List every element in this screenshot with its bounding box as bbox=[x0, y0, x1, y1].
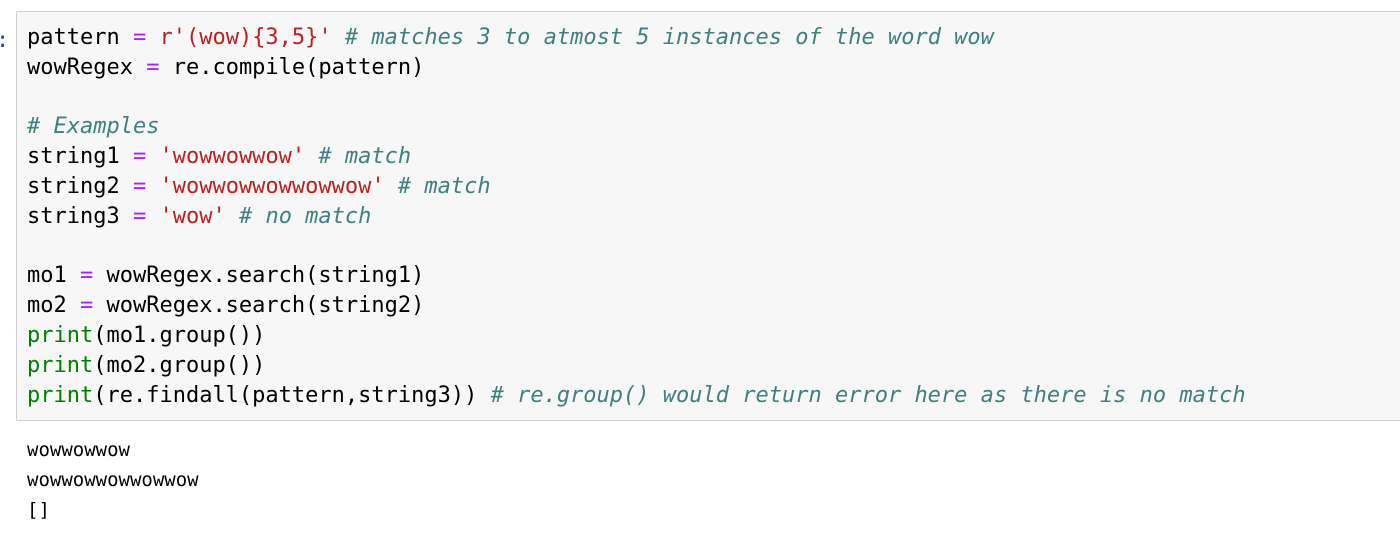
string-token: 'wowwowwow' bbox=[159, 144, 306, 170]
code-line: wowRegex = re.compile(pattern) bbox=[27, 53, 1246, 83]
comment-token: # matches 3 to atmost 5 instances of the… bbox=[344, 25, 994, 50]
code-token: string1 bbox=[27, 144, 133, 170]
comment-token: # match bbox=[318, 144, 412, 170]
comment-token: # no match bbox=[238, 203, 372, 229]
code-token: re.compile(pattern) bbox=[159, 54, 425, 80]
operator-token: = bbox=[132, 144, 147, 170]
code-line: string2 = 'wowwowwowwowwow' # match bbox=[27, 172, 1246, 202]
cell-output: wowwowwow wowwowwowwowwow[] bbox=[27, 435, 199, 525]
code-token: (re.findall(pattern,string3)) bbox=[93, 382, 491, 408]
code-line: print(re.findall(pattern,string3)) # re.… bbox=[27, 381, 1246, 411]
code-line: # Examples bbox=[27, 112, 1246, 142]
comment-token: # re.group() would return error here as … bbox=[490, 382, 1246, 408]
builtin-token: print bbox=[27, 352, 94, 378]
code-token: (mo1.group()) bbox=[93, 322, 266, 348]
code-token: wowRegex.search(string2) bbox=[93, 293, 425, 319]
code-token: string2 bbox=[27, 173, 133, 199]
operator-token: = bbox=[132, 203, 147, 229]
output-line: wowwowwow bbox=[27, 439, 130, 461]
operator-token: = bbox=[146, 54, 160, 80]
operator-token: = bbox=[132, 173, 147, 199]
output-line: [] bbox=[27, 499, 50, 521]
code-token: pattern bbox=[27, 25, 133, 50]
code-token: string3 bbox=[27, 203, 133, 229]
code-line: print(mo2.group()) bbox=[27, 351, 1246, 381]
code-line: pattern = r'(wow){3,5}' # matches 3 to a… bbox=[27, 23, 1246, 53]
string-token: 'wowwowwowwowwow' bbox=[159, 173, 385, 199]
code-block[interactable]: pattern = r'(wow){3,5}' # matches 3 to a… bbox=[27, 23, 1246, 410]
code-token: wowRegex bbox=[27, 54, 147, 80]
code-line: print(mo1.group()) bbox=[27, 321, 1246, 351]
code-token: wowRegex.search(string1) bbox=[93, 263, 425, 289]
code-line: string1 = 'wowwowwow' # match bbox=[27, 142, 1246, 172]
code-line: string3 = 'wow' # no match bbox=[27, 202, 1246, 232]
operator-token: = bbox=[79, 263, 94, 289]
builtin-token: print bbox=[27, 382, 94, 408]
code-line: mo1 = wowRegex.search(string1) bbox=[27, 261, 1246, 291]
code-line: mo2 = wowRegex.search(string2) bbox=[27, 291, 1246, 321]
output-line: wowwowwowwowwow bbox=[27, 469, 199, 491]
code-token: (mo2.group()) bbox=[93, 352, 266, 378]
operator-token: = bbox=[79, 293, 94, 319]
code-token: mo2 bbox=[27, 293, 80, 319]
builtin-token: print bbox=[27, 322, 94, 348]
comment-token: # match bbox=[397, 173, 491, 199]
operator-token: = bbox=[132, 25, 147, 50]
code-token: mo1 bbox=[27, 263, 80, 289]
string-token: r'(wow){3,5}' bbox=[159, 25, 332, 50]
comment-token: # Examples bbox=[27, 114, 160, 140]
input-prompt: : bbox=[0, 26, 9, 56]
string-token: 'wow' bbox=[159, 203, 226, 229]
